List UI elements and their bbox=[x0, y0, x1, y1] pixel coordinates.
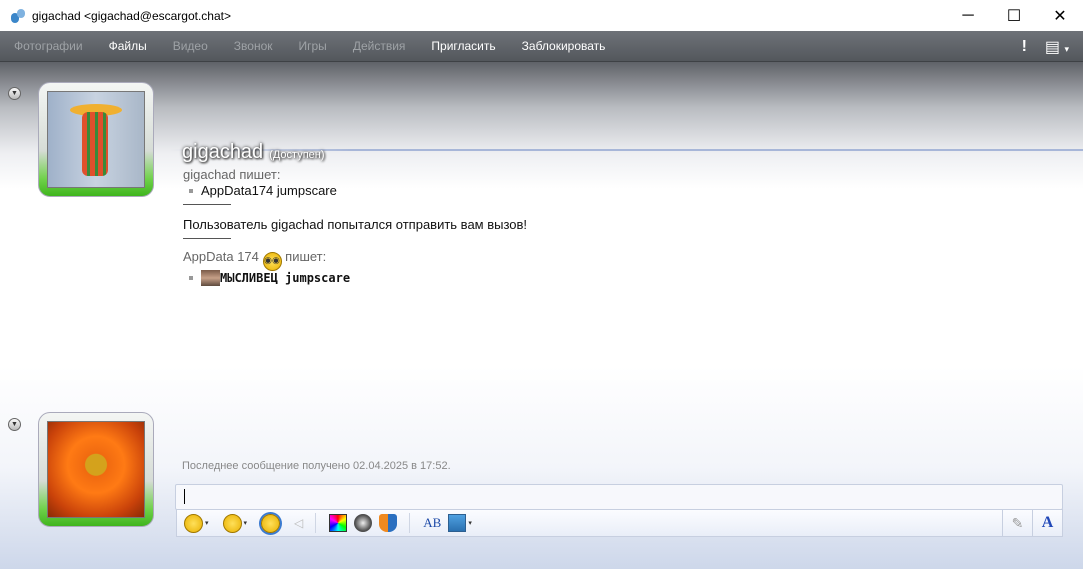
input-toolbar: ▾ ▾ ◁ AB ▾ ✎ A bbox=[176, 509, 1063, 537]
last-message-info: Последнее сообщение получено 02.04.2025 … bbox=[182, 460, 451, 472]
sender-suffix: пишет: bbox=[285, 249, 327, 264]
sender-name: AppData 174 bbox=[183, 249, 259, 264]
menu-invite[interactable]: Пригласить bbox=[431, 39, 495, 53]
messenger-icon bbox=[10, 8, 26, 24]
emoticon-button[interactable]: ▾ bbox=[184, 513, 209, 533]
send-image-button[interactable]: ▾ bbox=[448, 514, 472, 532]
options-menu-button[interactable]: ▤ ▾ bbox=[1045, 37, 1069, 57]
collapse-my-picture-button[interactable]: ▼ bbox=[8, 418, 21, 431]
message-item: AppData174 jumpscare bbox=[189, 182, 527, 199]
font-button[interactable]: A bbox=[1032, 510, 1062, 536]
wink-icon bbox=[222, 513, 242, 533]
message-sender: gigachad пишет: bbox=[183, 167, 281, 182]
contact-avatar[interactable] bbox=[38, 82, 154, 197]
contact-header: gigachad (Доступен) bbox=[182, 141, 325, 164]
collapse-contact-picture-button[interactable]: ▼ bbox=[8, 87, 21, 100]
chevron-down-icon: ▾ bbox=[1064, 43, 1069, 54]
options-icon: ▤ bbox=[1044, 38, 1061, 56]
alert-icon[interactable]: ! bbox=[1022, 38, 1027, 56]
title-bar: gigachad <gigachad@escargot.chat> ─ ☐ ✕ bbox=[0, 0, 1083, 31]
system-message: Пользователь gigachad попытался отправит… bbox=[183, 217, 528, 232]
divider bbox=[183, 238, 231, 239]
sound-button[interactable] bbox=[354, 514, 373, 532]
smiley-icon bbox=[184, 513, 203, 533]
menu-bar: Фотографии Файлы Видео Звонок Игры Дейст… bbox=[0, 31, 1083, 62]
contact-status: (Доступен) bbox=[269, 149, 325, 161]
menu-block[interactable]: Заблокировать bbox=[522, 39, 606, 53]
contact-name: gigachad bbox=[182, 141, 264, 163]
block-shield-button[interactable] bbox=[379, 514, 398, 532]
divider bbox=[183, 204, 231, 205]
my-picture bbox=[47, 421, 145, 518]
menu-games[interactable]: Игры bbox=[299, 39, 327, 53]
background-button[interactable] bbox=[329, 514, 348, 532]
wink-button[interactable]: ▾ bbox=[222, 513, 247, 533]
my-avatar[interactable] bbox=[38, 412, 154, 527]
window-title: gigachad <gigachad@escargot.chat> bbox=[32, 8, 231, 23]
voice-clip-button[interactable]: ◁ bbox=[294, 516, 303, 530]
message-text: AppData174 jumpscare bbox=[201, 183, 337, 198]
nerd-emoticon-icon: ◉◉ bbox=[262, 252, 282, 271]
message-item: МЫСЛИВЕЦ jumpscare bbox=[189, 269, 527, 286]
close-button[interactable]: ✕ bbox=[1037, 0, 1083, 31]
pen-icon: ✎ bbox=[1011, 514, 1024, 531]
contact-picture bbox=[47, 91, 145, 188]
nudge-button[interactable] bbox=[261, 513, 281, 533]
nudge-icon bbox=[261, 513, 281, 533]
message-text: МЫСЛИВЕЦ jumpscare bbox=[220, 270, 351, 285]
custom-emoticon-icon bbox=[201, 269, 220, 286]
image-icon bbox=[448, 514, 467, 532]
voice-clip-icon: ◁ bbox=[294, 516, 304, 530]
menu-activities[interactable]: Действия bbox=[353, 39, 406, 53]
spell-check-button[interactable]: AB bbox=[423, 515, 441, 531]
background-grid-icon bbox=[329, 514, 348, 532]
maximize-button[interactable]: ☐ bbox=[991, 0, 1037, 31]
message-input[interactable] bbox=[175, 484, 1063, 510]
message-sender: AppData 174 ◉◉ пишет: bbox=[183, 249, 527, 271]
menu-video[interactable]: Видео bbox=[173, 39, 208, 53]
shield-icon bbox=[379, 514, 398, 532]
handwriting-button[interactable]: ✎ bbox=[1002, 510, 1032, 536]
menu-photos[interactable]: Фотографии bbox=[14, 39, 83, 53]
minimize-button[interactable]: ─ bbox=[945, 0, 991, 31]
message-history: gigachad пишет: AppData174 jumpscare Пол… bbox=[183, 167, 527, 286]
menu-files[interactable]: Файлы bbox=[109, 39, 147, 53]
menu-call[interactable]: Звонок bbox=[234, 39, 273, 53]
speaker-icon bbox=[354, 514, 373, 532]
